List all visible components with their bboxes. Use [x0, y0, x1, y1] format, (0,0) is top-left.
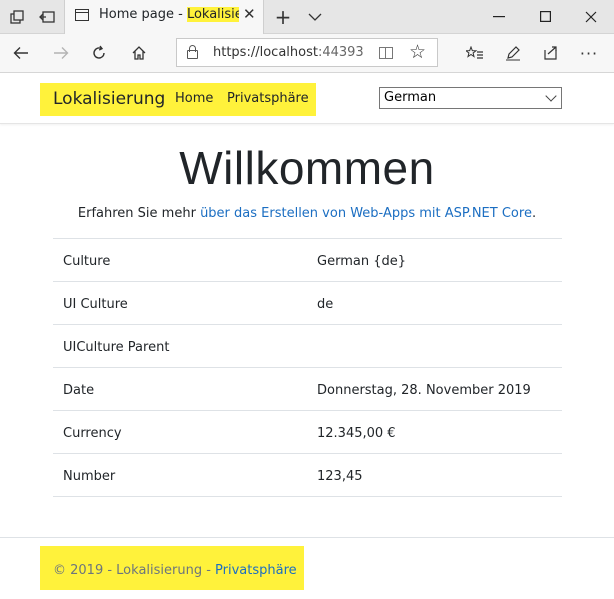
footer-highlight: © 2019 - Lokalisierung - Privatsphäre [40, 546, 304, 590]
minimize-icon[interactable] [476, 0, 522, 33]
row-label: Number [63, 469, 116, 484]
learn-more-link[interactable]: über das Erstellen von Web-Apps mit ASP.… [200, 206, 532, 221]
maximize-icon[interactable] [522, 0, 568, 33]
new-tab-icon[interactable]: + [268, 0, 298, 33]
learn-suffix: . [531, 206, 537, 221]
pen-notes-icon[interactable] [498, 38, 528, 68]
favorite-star-icon[interactable]: ☆ [409, 41, 426, 63]
close-window-icon[interactable] [568, 0, 614, 33]
more-options-icon[interactable]: ··· [574, 38, 604, 68]
table-row: Date Donnerstag, 28. November 2019 [53, 368, 562, 411]
site-footer: © 2019 - Lokalisierung - Privatsphäre [0, 537, 614, 599]
row-value: Donnerstag, 28. November 2019 [317, 383, 531, 398]
row-value: de [317, 297, 334, 312]
row-value: German {de} [317, 254, 406, 269]
nav-link-home[interactable]: Home [175, 91, 213, 106]
table-row: UI Culture de [53, 282, 562, 325]
refresh-icon[interactable] [84, 38, 114, 68]
language-select-value: German [384, 90, 437, 105]
table-row: Currency 12.345,00 € [53, 411, 562, 454]
browser-tab-bar: Home page - Lokalisierung ✕ + [0, 0, 614, 34]
language-select[interactable]: German [379, 87, 562, 109]
browser-nav-bar: https://localhost:44393/?culture=de ☆ ··… [0, 34, 614, 73]
address-bar[interactable]: https://localhost:44393/?culture=de ☆ [176, 38, 438, 67]
page-icon [75, 9, 89, 21]
tab-title: Home page - Lokalisierung [99, 7, 239, 22]
url-text: https://localhost:44393/?culture=de [213, 45, 363, 60]
favorites-list-icon[interactable] [460, 38, 490, 68]
learn-more-text: Erfahren Sie mehr über das Erstellen von… [0, 206, 614, 221]
row-label: Currency [63, 426, 122, 441]
site-header: Lokalisierung Home Privatsphäre German [0, 73, 614, 124]
back-icon[interactable] [6, 38, 36, 68]
learn-prefix: Erfahren Sie mehr [77, 206, 201, 221]
chevron-down-icon [545, 90, 557, 102]
nav-link-privacy[interactable]: Privatsphäre [227, 91, 309, 106]
culture-table: Culture German {de} UI Culture de UICult… [53, 238, 562, 497]
set-tabs-aside-icon[interactable] [32, 0, 62, 33]
home-icon[interactable] [124, 38, 154, 68]
row-label: UI Culture [63, 297, 128, 312]
page-title: Willkommen [179, 142, 435, 194]
row-value: 123,45 [317, 469, 363, 484]
table-row: Number 123,45 [53, 454, 562, 497]
tab-list-chevron-icon[interactable] [300, 0, 330, 33]
row-label: Culture [63, 254, 111, 269]
forward-icon[interactable] [46, 38, 76, 68]
lock-icon [187, 45, 198, 59]
close-tab-icon[interactable]: ✕ [243, 5, 256, 23]
tab-home-page[interactable]: Home page - Lokalisierung ✕ [64, 0, 264, 34]
table-row: UICulture Parent [53, 325, 562, 368]
brand-link[interactable]: Lokalisierung [53, 89, 165, 109]
tab-actions-icon[interactable] [2, 0, 32, 33]
row-value: 12.345,00 € [317, 426, 396, 441]
row-label: Date [63, 383, 95, 398]
table-row: Culture German {de} [53, 239, 562, 282]
footer-privacy-link[interactable]: Privatsphäre [215, 563, 297, 578]
footer-text: © 2019 - Lokalisierung - Privatsphäre [53, 563, 297, 578]
share-icon[interactable] [536, 38, 566, 68]
reading-view-icon[interactable] [379, 47, 393, 59]
header-highlight: Lokalisierung Home Privatsphäre [40, 83, 316, 116]
row-label: UICulture Parent [63, 340, 170, 355]
